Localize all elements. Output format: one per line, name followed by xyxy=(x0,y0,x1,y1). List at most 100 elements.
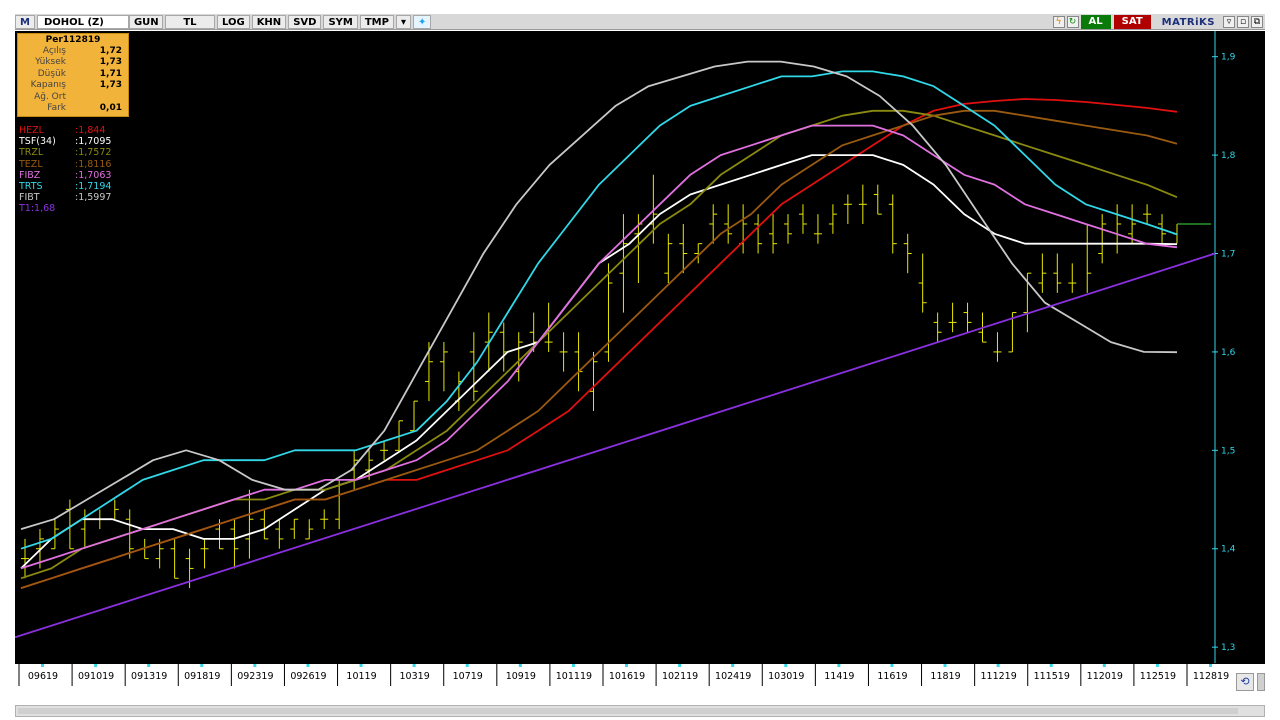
side-scroll-handle[interactable] xyxy=(1257,673,1265,691)
x-tick-label: 091819 xyxy=(184,671,220,682)
svd-button[interactable]: SVD xyxy=(288,14,322,29)
info-value: 1,72 xyxy=(99,46,122,56)
series-line-tsf34 xyxy=(20,154,1178,570)
tmp-button[interactable]: TMP xyxy=(359,14,394,29)
x-tick-label: 092319 xyxy=(237,671,273,682)
ohlc-bar xyxy=(679,223,688,274)
legend-entry: TEZL :1,8116 xyxy=(19,159,111,170)
ohlc-bar xyxy=(230,519,239,569)
legend-entry: TRZL:1,7572 xyxy=(19,147,111,158)
x-tick-label: 10919 xyxy=(506,671,536,682)
ohlc-bar xyxy=(1113,204,1122,254)
info-row-high: Yüksek 1,73 xyxy=(18,57,128,68)
ohlc-bar xyxy=(828,204,837,234)
horizontal-scrollbar[interactable] xyxy=(15,705,1265,717)
x-axis-svg: 09619 091019 091319 091819 092319 092619 10119… xyxy=(18,664,1229,686)
x-tick-mark xyxy=(465,664,469,667)
ohlc-bar xyxy=(21,538,29,579)
ohlc-bar xyxy=(739,204,748,254)
y-tick-label: 1,7 xyxy=(1221,250,1235,260)
series-line-fibt xyxy=(20,60,1178,530)
ohlc-bar xyxy=(903,233,912,274)
info-value: 0,01 xyxy=(99,102,122,113)
x-tick-label: 103019 xyxy=(768,671,804,682)
y-tick-label: 1,9 xyxy=(1221,53,1236,63)
legend-value: :1,7063 xyxy=(75,169,112,181)
ohlc-bar xyxy=(888,194,897,254)
ohlc-bar xyxy=(948,302,957,333)
ohlc-bar xyxy=(784,214,793,244)
ohlc-bar xyxy=(559,332,568,372)
maximize-icon[interactable]: ⧉ xyxy=(1251,16,1263,28)
legend-entry: TRTS:1,7194 xyxy=(19,181,111,192)
ohlc-bar xyxy=(454,371,463,411)
info-row-open: Açılış 1,72 xyxy=(18,46,128,57)
twitter-icon[interactable]: ✦ xyxy=(412,14,432,29)
period-button[interactable]: GUN xyxy=(128,14,163,29)
legend-name: TRZL xyxy=(19,147,44,159)
x-tick-mark xyxy=(571,664,575,667)
ohlc-bar xyxy=(754,214,763,254)
currency-button[interactable]: TL xyxy=(164,14,215,29)
chart-settings-icon[interactable]: ⟲ xyxy=(1236,673,1254,691)
info-label: Açılış xyxy=(42,46,66,56)
ohlc-bar xyxy=(724,204,733,244)
x-tick-label: 11619 xyxy=(877,671,907,682)
x-tick-mark xyxy=(306,664,310,667)
chart-window: M DOHOL (Z) GUN TL LOG KHN SVD SYM TMP ▾… xyxy=(0,0,1280,720)
ohlc-bar xyxy=(200,538,209,569)
info-row-diff: Fark 0,01 xyxy=(18,103,128,114)
x-tick-mark xyxy=(678,664,682,667)
ohlc-bar xyxy=(843,194,852,224)
price-chart-area[interactable]: 1,9 1,8 1,7 1,6 1,5 1,4 1,3 xyxy=(14,31,1265,663)
dropdown-arrow-icon[interactable]: ▾ xyxy=(395,14,411,29)
refresh-icon[interactable]: ↻ xyxy=(1066,16,1079,28)
info-label: Fark xyxy=(47,102,66,113)
chart-svg: 1,9 1,8 1,7 1,6 1,5 1,4 1,3 xyxy=(14,31,1236,663)
x-tick-mark xyxy=(943,664,947,667)
ohlc-bar xyxy=(260,509,269,540)
x-tick-mark xyxy=(200,664,204,667)
legend-name: TEZL xyxy=(19,158,43,170)
x-tick-label: 102419 xyxy=(715,671,751,682)
log-button[interactable]: LOG xyxy=(216,14,250,29)
info-value: 1,73 xyxy=(99,57,122,68)
x-tick-label: 111519 xyxy=(1034,671,1070,682)
khn-button[interactable]: KHN xyxy=(251,14,287,29)
sym-button[interactable]: SYM xyxy=(323,14,358,29)
info-row-close: Kapanış 1,73 xyxy=(18,80,128,91)
info-row-avg: Ağ. Ort xyxy=(18,92,128,103)
series-line-trts xyxy=(20,70,1178,550)
x-tick-mark xyxy=(412,664,416,667)
legend-value: :1,8116 xyxy=(75,158,112,170)
ohlc-info-box: Per112819 Açılış 1,72 Yüksek 1,73 Düşük 1,7… xyxy=(17,33,129,117)
matriks-logo-button[interactable]: M xyxy=(15,14,35,29)
lightning-icon[interactable]: ϟ xyxy=(1052,16,1065,28)
info-row-low: Düşük 1,71 xyxy=(18,69,128,80)
ohlc-bar xyxy=(1083,223,1092,293)
ohlc-bar xyxy=(873,184,882,215)
x-tick-mark xyxy=(784,664,788,667)
ohlc-bar xyxy=(858,184,867,224)
x-tick-label: 11819 xyxy=(930,671,960,682)
buy-button[interactable]: AL xyxy=(1080,15,1111,29)
ohlc-bar xyxy=(380,440,389,461)
scrollbar-thumb[interactable] xyxy=(18,708,1238,714)
ohlc-bar xyxy=(604,263,613,362)
x-tick-mark xyxy=(94,664,98,667)
x-tick-mark xyxy=(359,664,363,667)
ohlc-bar xyxy=(110,499,119,520)
legend-value: :1,7095 xyxy=(75,136,112,148)
info-label: Yüksek xyxy=(35,57,66,68)
x-tick-mark xyxy=(41,664,44,667)
sell-button[interactable]: SAT xyxy=(1113,15,1151,29)
restore-icon[interactable]: ▫ xyxy=(1237,16,1249,28)
x-tick-label: 101619 xyxy=(609,671,645,682)
minimize-icon[interactable]: ▿ xyxy=(1223,16,1235,28)
y-axis: 1,9 1,8 1,7 1,6 1,5 1,4 1,3 xyxy=(1212,31,1236,663)
x-tick-label: 091019 xyxy=(78,671,114,682)
symbol-label: DOHOL (Z) xyxy=(43,16,104,28)
symbol-selector[interactable]: DOHOL (Z) xyxy=(36,14,129,29)
legend-entry: FIBT:1,5997 xyxy=(19,192,111,203)
legend-value: :1,5997 xyxy=(75,192,112,204)
